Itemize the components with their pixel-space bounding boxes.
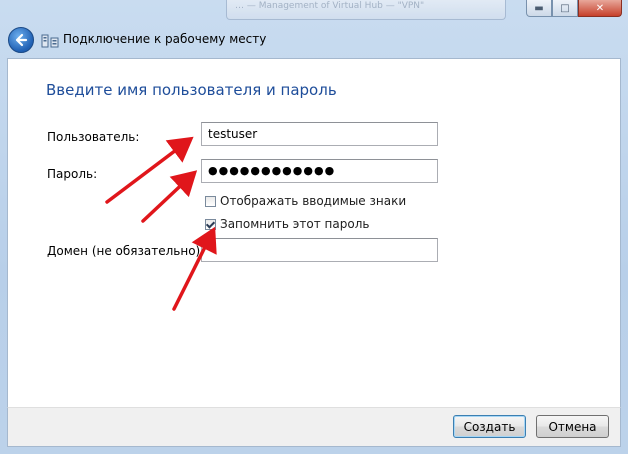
network-connection-icon: [41, 34, 59, 48]
form-heading: Введите имя пользователя и пароль: [46, 81, 337, 99]
minimize-button[interactable]: ▬: [526, 0, 552, 17]
remember-password-checkbox[interactable]: [205, 218, 216, 230]
password-label: Пароль:: [47, 167, 98, 181]
maximize-button[interactable]: □: [552, 0, 578, 17]
username-label: Пользователь:: [47, 130, 140, 144]
show-characters-option[interactable]: Отображать вводимые знаки: [205, 194, 406, 208]
show-characters-checkbox[interactable]: [205, 195, 216, 207]
show-characters-label: Отображать вводимые знаки: [220, 194, 407, 208]
button-bar: Создать Отмена: [7, 407, 621, 447]
username-field[interactable]: testuser: [201, 122, 438, 146]
close-icon: ✕: [595, 2, 605, 14]
cancel-button[interactable]: Отмена: [536, 415, 609, 438]
domain-label: Домен (не обязательно):: [47, 244, 205, 258]
domain-field[interactable]: [201, 238, 438, 262]
title-bar: … — Management of Virtual Hub — "VPN" ▬ …: [0, 0, 628, 22]
remember-password-label: Запомнить этот пароль: [220, 217, 370, 231]
dialog-window: … — Management of Virtual Hub — "VPN" ▬ …: [0, 0, 628, 454]
password-field[interactable]: ●●●●●●●●●●●●: [201, 159, 438, 183]
window-controls: ▬ □ ✕: [526, 0, 622, 18]
maximize-icon: □: [560, 2, 570, 14]
create-button[interactable]: Создать: [453, 415, 526, 438]
back-arrow-icon: [15, 33, 28, 47]
background-window-title: … — Management of Virtual Hub — "VPN": [226, 0, 506, 20]
content-panel: Введите имя пользователя и пароль Пользо…: [7, 58, 621, 408]
minimize-icon: ▬: [534, 2, 544, 14]
back-button[interactable]: [8, 27, 34, 53]
remember-password-option[interactable]: Запомнить этот пароль: [205, 217, 369, 231]
window-title: Подключение к рабочему месту: [63, 32, 267, 46]
close-button[interactable]: ✕: [578, 0, 622, 17]
navigation-bar: Подключение к рабочему месту: [0, 22, 628, 58]
